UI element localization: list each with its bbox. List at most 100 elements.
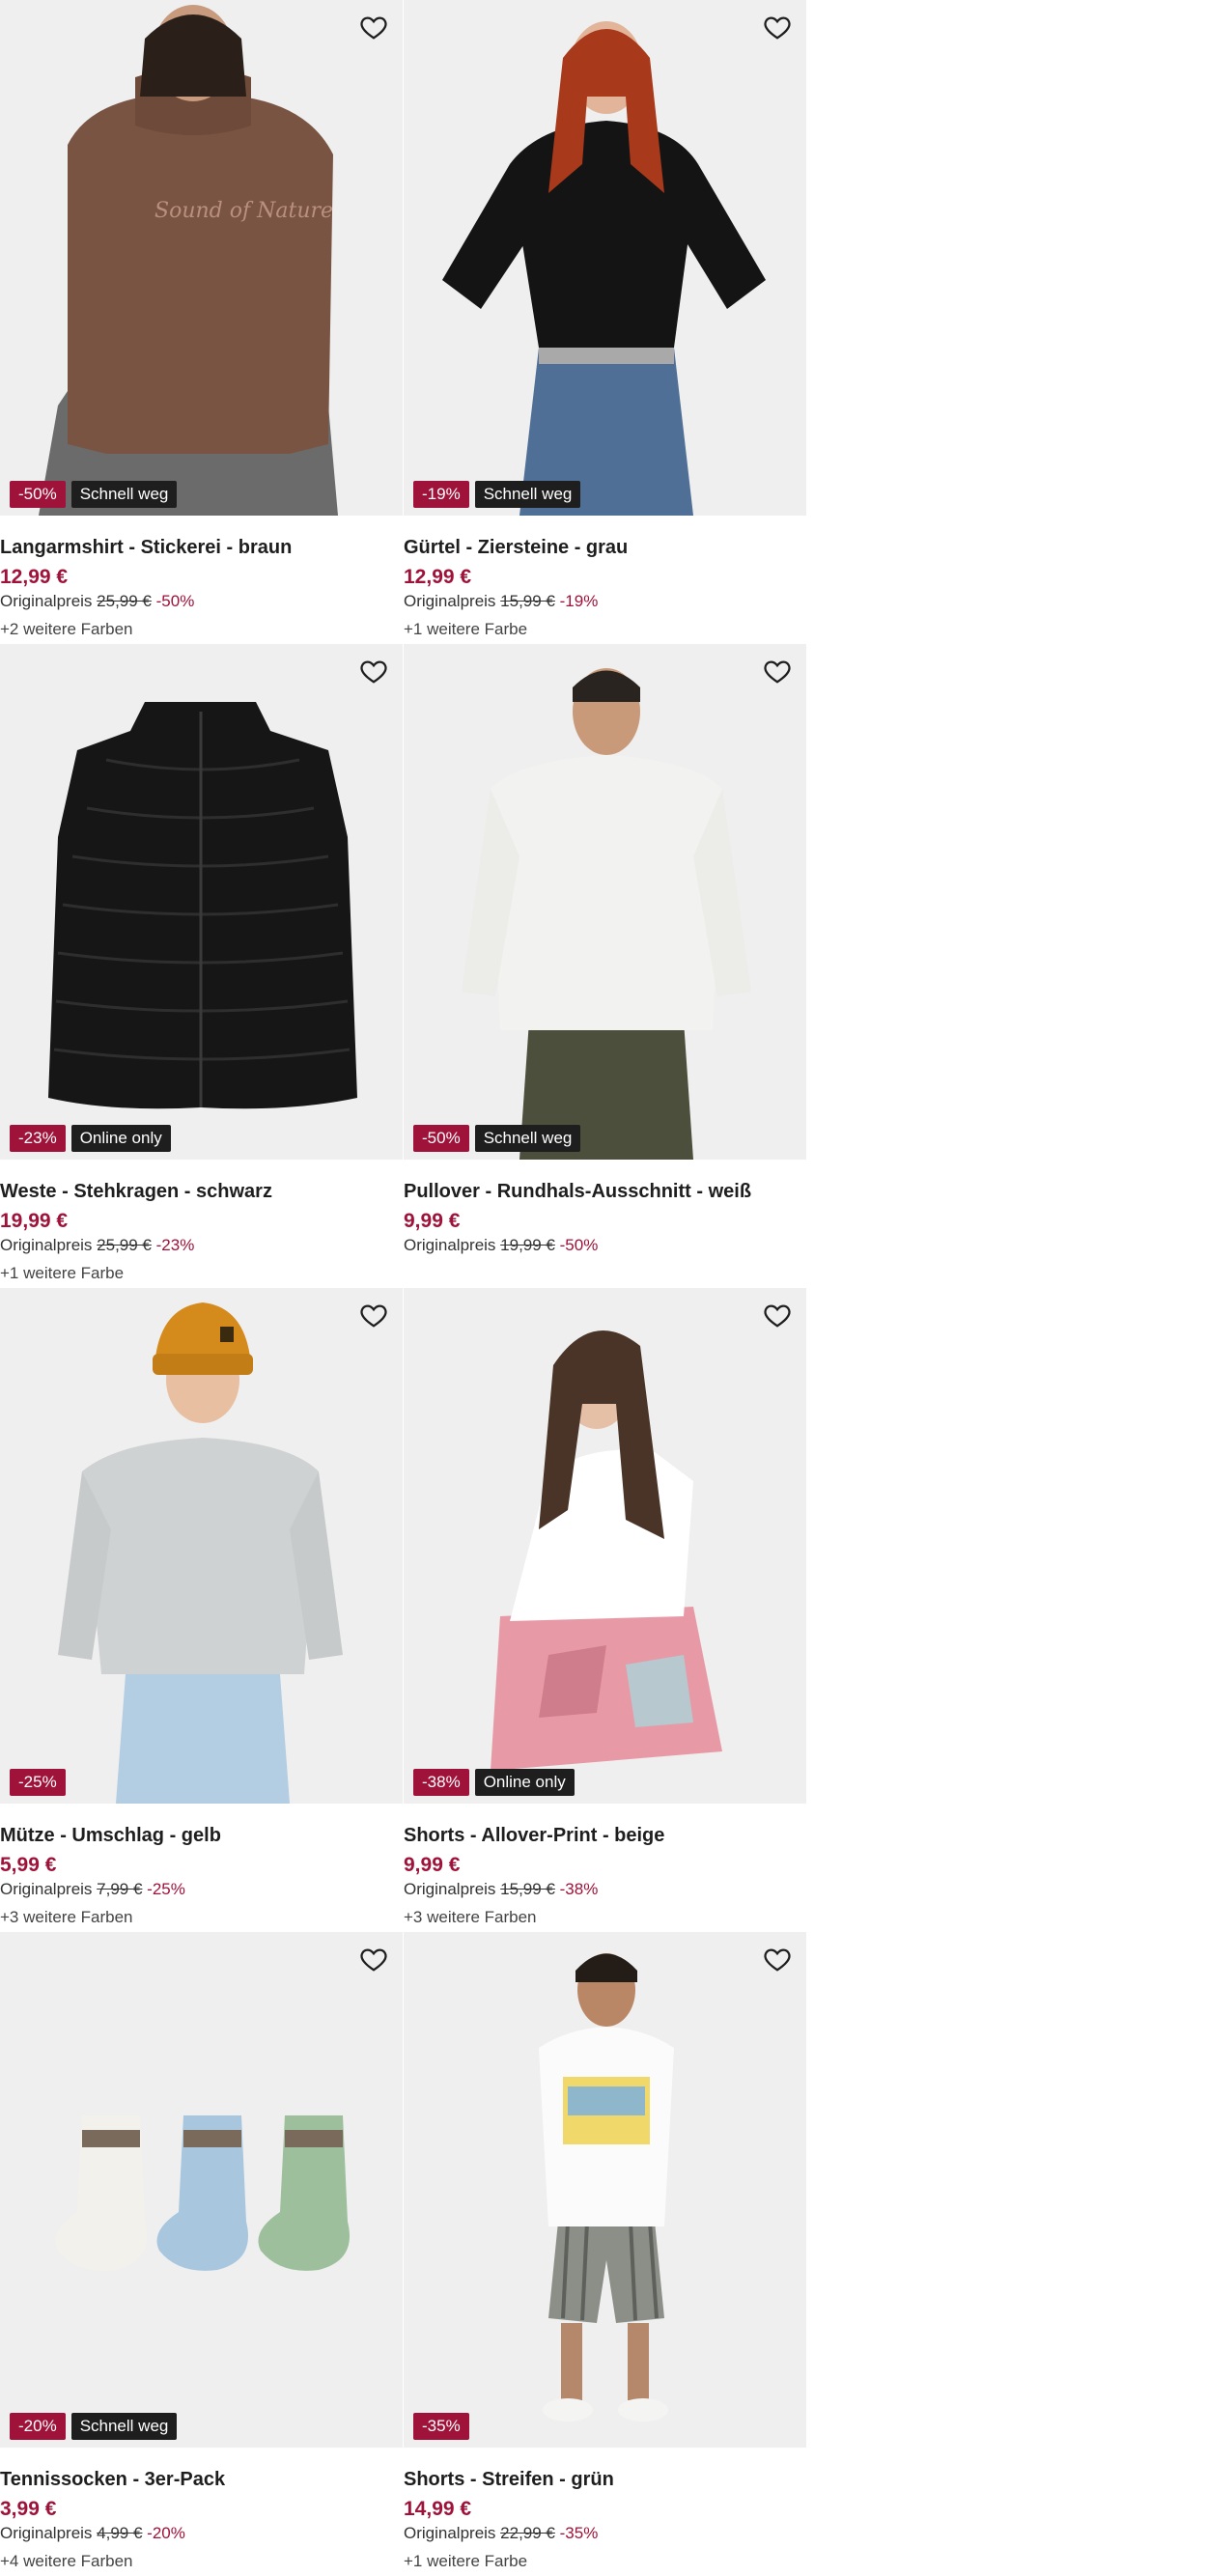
product-card[interactable]: -25% Mütze - Umschlag - gelb 5,99 € Orig… [0,1288,403,1932]
original-label: Originalpreis [0,1236,93,1254]
product-name[interactable]: Tennissocken - 3er-Pack [0,2467,403,2492]
product-image[interactable]: -35% [404,1932,806,2448]
wishlist-heart-icon[interactable] [760,1942,795,1976]
product-price: 5,99 € [0,1854,57,1876]
woman-brown-sweater-image: Sound of Nature [0,0,403,516]
man-yellow-beanie-image [0,1288,403,1804]
product-name[interactable]: Shorts - Streifen - grün [404,2467,806,2492]
product-image[interactable]: -23% Online only [0,644,403,1160]
tag-badge: Schnell weg [70,481,178,508]
product-card[interactable]: -50% Schnell weg Pullover - Rundhals-Aus… [404,644,806,1288]
product-card[interactable]: -20% Schnell weg Tennissocken - 3er-Pack… [0,1932,403,2576]
original-price: 4,99 € [97,2524,143,2542]
discount-percent: -38% [559,1880,599,1898]
product-image[interactable]: -19% Schnell weg [404,0,806,516]
product-card[interactable]: -35% Shorts - Streifen - grün 14,99 € Or… [404,1932,806,2576]
product-name[interactable]: Gürtel - Ziersteine - grau [404,535,806,560]
original-price: 25,99 € [97,1236,152,1254]
discount-badge: -23% [10,1125,66,1152]
wishlist-heart-icon[interactable] [356,1298,391,1332]
product-info: Gürtel - Ziersteine - grau 12,99 € Origi… [404,516,806,641]
wishlist-heart-icon[interactable] [356,654,391,688]
woman-print-shorts-image [404,1288,806,1804]
man-white-pullover-image [404,644,806,1160]
more-colors: +4 weitere Farben [0,2552,133,2570]
wishlist-heart-icon[interactable] [356,1942,391,1976]
product-image[interactable]: -38% Online only [404,1288,806,1804]
discount-badge: -50% [10,481,66,508]
original-label: Originalpreis [0,1880,93,1898]
product-card[interactable]: -38% Online only Shorts - Allover-Print … [404,1288,806,1932]
original-label: Originalpreis [404,1236,496,1254]
product-name[interactable]: Pullover - Rundhals-Ausschnitt - weiß [404,1179,806,1204]
wishlist-heart-icon[interactable] [760,654,795,688]
discount-badge: -50% [413,1125,469,1152]
product-card[interactable]: -23% Online only Weste - Stehkragen - sc… [0,644,403,1288]
discount-percent: -20% [147,2524,185,2542]
discount-percent: -50% [155,592,195,610]
wishlist-heart-icon[interactable] [760,1298,795,1332]
product-price: 9,99 € [404,1210,461,1232]
svg-text:Sound of Nature: Sound of Nature [154,199,333,223]
original-price-row: Originalpreis 25,99 € -23% [0,1235,403,1256]
product-price: 12,99 € [0,566,69,588]
badges: -20% Schnell weg [10,2413,178,2440]
more-colors: +1 weitere Farbe [404,620,528,638]
discount-percent: -35% [559,2524,599,2542]
discount-badge: -20% [10,2413,66,2440]
product-card[interactable]: -19% Schnell weg Gürtel - Ziersteine - g… [404,0,806,644]
product-info: Shorts - Streifen - grün 14,99 € Origina… [404,2448,806,2573]
discount-badge: -25% [10,1769,66,1796]
product-info: Pullover - Rundhals-Ausschnitt - weiß 9,… [404,1160,806,1256]
original-price: 15,99 € [500,592,555,610]
tag-badge: Online only [70,1125,171,1152]
original-label: Originalpreis [404,1880,496,1898]
product-image[interactable]: -20% Schnell weg [0,1932,403,2448]
product-price: 12,99 € [404,566,472,588]
original-price-row: Originalpreis 15,99 € -38% [404,1879,806,1900]
discount-badge: -35% [413,2413,469,2440]
product-image[interactable]: Sound of Nature -50% Schnell weg [0,0,403,516]
more-colors: +1 weitere Farbe [0,1264,125,1282]
original-price: 22,99 € [500,2524,555,2542]
product-price: 9,99 € [404,1854,461,1876]
badges: -38% Online only [413,1769,575,1796]
discount-percent: -19% [559,592,599,610]
product-image[interactable]: -25% [0,1288,403,1804]
product-name[interactable]: Mütze - Umschlag - gelb [0,1823,403,1848]
product-info: Langarmshirt - Stickerei - braun 12,99 €… [0,516,403,641]
product-name[interactable]: Shorts - Allover-Print - beige [404,1823,806,1848]
discount-percent: -23% [155,1236,195,1254]
original-price-row: Originalpreis 19,99 € -50% [404,1235,806,1256]
original-price-row: Originalpreis 15,99 € -19% [404,591,806,612]
more-colors: +2 weitere Farben [0,620,133,638]
product-card[interactable]: Sound of Nature -50% Schnell weg Langarm… [0,0,403,644]
tag-badge: Schnell weg [70,2413,178,2440]
product-info: Weste - Stehkragen - schwarz 19,99 € Ori… [0,1160,403,1285]
original-price: 7,99 € [97,1880,143,1898]
product-info: Mütze - Umschlag - gelb 5,99 € Originalp… [0,1804,403,1929]
product-info: Shorts - Allover-Print - beige 9,99 € Or… [404,1804,806,1929]
product-name[interactable]: Weste - Stehkragen - schwarz [0,1179,403,1204]
tag-badge: Schnell weg [474,481,581,508]
tennis-socks-image [0,1932,403,2448]
wishlist-heart-icon[interactable] [356,10,391,44]
tag-badge: Online only [474,1769,575,1796]
original-price: 19,99 € [500,1236,555,1254]
discount-badge: -38% [413,1769,469,1796]
original-price-row: Originalpreis 22,99 € -35% [404,2523,806,2544]
badges: -25% [10,1769,66,1796]
product-price: 19,99 € [0,1210,69,1232]
original-label: Originalpreis [404,2524,496,2542]
discount-percent: -25% [147,1880,185,1898]
product-info: Tennissocken - 3er-Pack 3,99 € Originalp… [0,2448,403,2573]
product-name[interactable]: Langarmshirt - Stickerei - braun [0,535,403,560]
original-price-row: Originalpreis 25,99 € -50% [0,591,403,612]
product-image[interactable]: -50% Schnell weg [404,644,806,1160]
original-price-row: Originalpreis 7,99 € -25% [0,1879,403,1900]
more-colors: +3 weitere Farben [404,1908,537,1926]
original-label: Originalpreis [0,592,93,610]
product-price: 3,99 € [0,2498,57,2520]
more-colors: +1 weitere Farbe [404,2552,528,2570]
wishlist-heart-icon[interactable] [760,10,795,44]
